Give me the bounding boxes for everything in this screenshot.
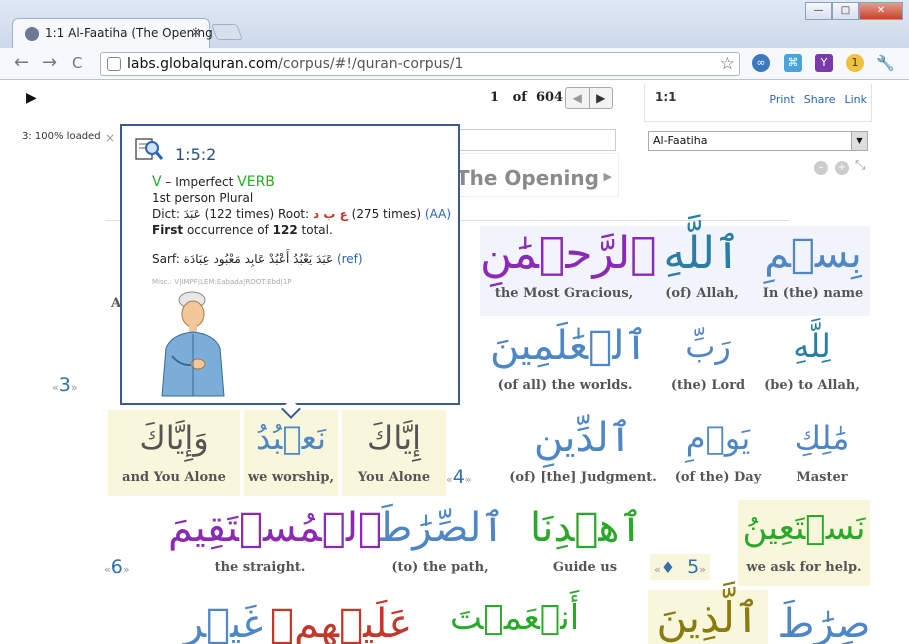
word-1-3[interactable]: ٱلرَّحۡمَٰنِ the Most Gracious,: [480, 226, 657, 316]
share-links: Print Share Link: [769, 93, 867, 106]
play-button[interactable]: ▶: [26, 90, 37, 106]
pos-line: V – Imperfect VERB: [152, 174, 275, 190]
page-icon: [107, 57, 121, 71]
yahoo-extension-icon[interactable]: Y: [815, 54, 833, 72]
minimize-button[interactable]: —: [805, 2, 832, 20]
print-link[interactable]: Print: [769, 93, 794, 106]
share-link[interactable]: Share: [804, 93, 836, 106]
link-link[interactable]: Link: [844, 93, 867, 106]
pager-controls: ◀ ▶: [565, 87, 613, 109]
popup-location: 1:5:2: [175, 145, 217, 164]
sarf-line: Sarf: عَبَدَ يَعْبُدُ أَعْبُدْ عَابِد مَ…: [152, 252, 363, 266]
person-line: 1st person Plural: [152, 191, 254, 205]
chevron-right-icon[interactable]: ▶: [604, 170, 612, 183]
word-5-1[interactable]: صِرَٰطَ: [776, 596, 872, 644]
word-4-2[interactable]: ٱهۡدِنَا Guide us: [530, 500, 643, 575]
word-1-2[interactable]: ٱللَّهِ (of) Allah,: [648, 226, 756, 316]
magnifier-icon: [135, 138, 164, 160]
word-5-3[interactable]: أَنۡعَمۡتَ: [450, 590, 579, 644]
dict-line: Dict: عَبَدَ (122 times) Root: ع ب د (27…: [152, 207, 452, 221]
person-illustration-icon: [161, 291, 225, 397]
diamond-icon: ♦: [660, 558, 676, 577]
verse-marker-5: «♦ 5»: [650, 554, 710, 580]
page-total: 604: [535, 90, 564, 105]
word-2-4[interactable]: ٱلۡعَٰلَمِينَ (of all) the worlds.: [490, 318, 648, 393]
word-3-1[interactable]: مَٰلِكِ Master: [780, 410, 864, 485]
verse-marker-3: «3»: [52, 374, 78, 396]
maximize-button[interactable]: □: [832, 2, 859, 20]
browser-toolbar: ← → C labs.globalquran.com/corpus/#!/qur…: [0, 48, 909, 80]
page-of: of: [512, 90, 527, 105]
zoom-in-icon[interactable]: +: [835, 161, 849, 175]
url-text: labs.globalquran.com/corpus/#!/quran-cor…: [127, 56, 464, 72]
close-window-button[interactable]: ✕: [859, 2, 903, 20]
verse-marker-6: «6»: [104, 556, 130, 578]
load-status: 3: 100% loaded: [22, 131, 101, 142]
browser-titlebar: 1:1 Al-Faatiha (The Opening × — □ ✕: [0, 0, 909, 48]
chevron-down-icon: ▼: [851, 132, 867, 150]
zoom-out-icon[interactable]: –: [814, 161, 828, 175]
forward-arrow-icon[interactable]: →: [42, 54, 57, 72]
page-current: 1: [490, 90, 500, 105]
word-5-5[interactable]: غَيۡرِ: [184, 596, 263, 644]
word-2-2[interactable]: لِلَّهِ (be) to Allah,: [764, 318, 860, 393]
word-1-1[interactable]: بِسۡمِ In (the) name: [756, 226, 870, 316]
word-3-2[interactable]: يَوۡمِ (of the) Day: [668, 410, 768, 485]
chapter-title-box: The Opening ▶: [455, 153, 619, 197]
word-4-1[interactable]: نَسۡتَعِينُ we ask for help.: [738, 500, 870, 586]
misc-line: Misc.: V|IMPF|LEM:Eabada|ROOT:Ebd|1P: [152, 278, 292, 286]
reload-icon[interactable]: C: [72, 54, 82, 72]
occurrence-line: First occurrence of 122 total.: [152, 223, 333, 237]
reference-panel: 1:1 Print Share Link: [644, 84, 872, 122]
back-arrow-icon[interactable]: ←: [14, 54, 29, 72]
chapter-title: The Opening: [456, 166, 599, 190]
root-link[interactable]: (AA): [425, 207, 451, 221]
chapter-select[interactable]: Al-Faatiha ▼: [648, 131, 868, 151]
browser-tab[interactable]: 1:1 Al-Faatiha (The Opening ×: [12, 18, 213, 48]
word-5-2[interactable]: ٱلَّذِينَ: [648, 590, 768, 644]
page-indicator: 1 of 604: [490, 90, 563, 105]
verse-marker-4: «4»: [446, 466, 472, 488]
dismiss-status-icon[interactable]: ×: [105, 131, 115, 145]
tab-close-icon[interactable]: ×: [191, 25, 201, 39]
word-2-3[interactable]: رَبِّ (the) Lord: [660, 318, 756, 393]
badge-extension-icon[interactable]: 1: [846, 54, 864, 72]
verse-reference: 1:1: [655, 90, 677, 104]
address-bar[interactable]: labs.globalquran.com/corpus/#!/quran-cor…: [100, 52, 740, 76]
word-5-4[interactable]: عَلَيۡهِمۡ: [270, 596, 412, 644]
bookmark-star-icon[interactable]: ☆: [720, 54, 735, 74]
expand-icon[interactable]: ⤡: [855, 158, 865, 173]
word-3-4[interactable]: إِيَّاكَ You Alone: [342, 410, 446, 496]
word-3-5[interactable]: نَعۡبُدُ we worship,: [244, 410, 338, 496]
cloud-extension-icon[interactable]: ∞: [752, 54, 770, 72]
tab-title: 1:1 Al-Faatiha (The Opening: [45, 26, 213, 40]
sarf-ref-link[interactable]: (ref): [337, 252, 363, 266]
command-extension-icon[interactable]: ⌘: [784, 54, 802, 72]
word-3-6[interactable]: وَإِيَّاكَ and You Alone: [108, 410, 240, 496]
word-info-popup: 1:5:2 V – Imperfect VERB 1st person Plur…: [120, 124, 460, 419]
word-4-3[interactable]: ٱلصِّرَٰطَ (to) the path,: [372, 500, 508, 575]
quran-favicon-icon: [25, 27, 39, 41]
wrench-icon[interactable]: 🔧: [876, 54, 895, 72]
prev-page-button[interactable]: ◀: [566, 88, 590, 108]
next-page-button[interactable]: ▶: [590, 88, 613, 108]
search-input[interactable]: [450, 129, 616, 151]
word-3-3[interactable]: ٱلدِّينِ (of) [the] Judgment.: [508, 410, 658, 485]
word-4-4[interactable]: ٱلۡمُسۡتَقِيمَ the straight.: [168, 500, 382, 575]
window-controls: — □ ✕: [805, 2, 903, 20]
new-tab-button[interactable]: [211, 24, 243, 40]
